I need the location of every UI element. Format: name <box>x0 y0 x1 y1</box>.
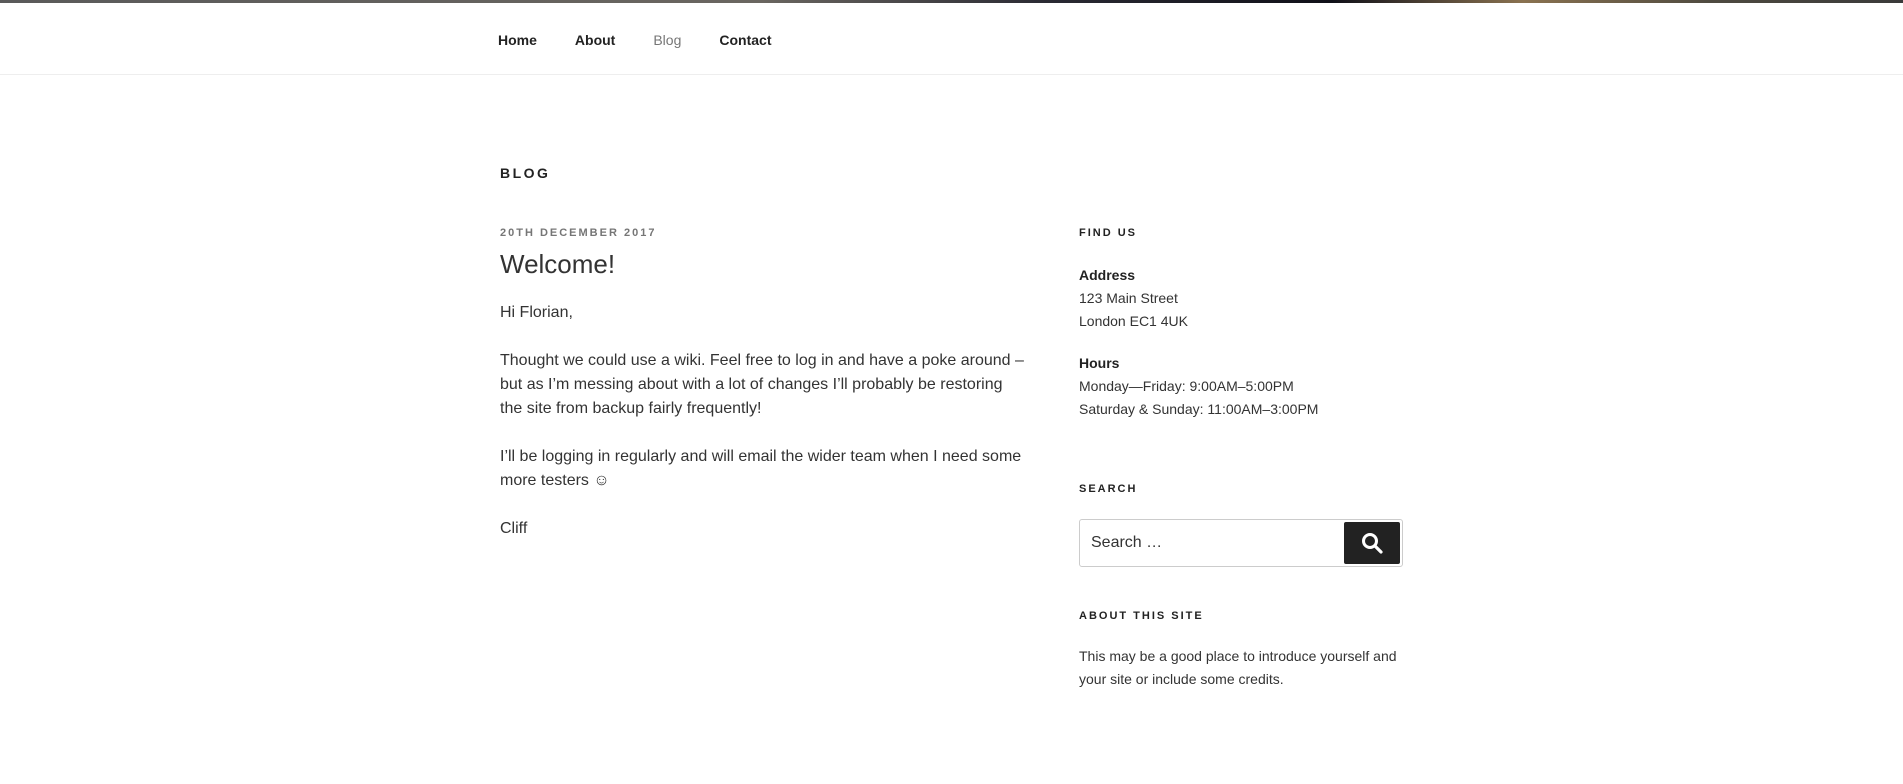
find-us-widget: Find Us Address 123 Main Street London E… <box>1079 225 1405 421</box>
address-line-2: London EC1 4UK <box>1079 313 1188 329</box>
address-block: Address 123 Main Street London EC1 4UK <box>1079 264 1405 333</box>
post-content: Hi Florian, Thought we could use a wiki.… <box>500 301 1025 541</box>
nav-link-contact[interactable]: Contact <box>719 30 771 50</box>
nav-item-contact: Contact <box>719 30 809 50</box>
search-form <box>1079 519 1403 567</box>
find-us-content: Address 123 Main Street London EC1 4UK H… <box>1079 264 1405 421</box>
search-button[interactable] <box>1344 522 1400 564</box>
search-icon <box>1362 533 1383 554</box>
post-paragraph-wiki: Thought we could use a wiki. Feel free t… <box>500 352 1024 417</box>
hours-line-1: Monday—Friday: 9:00AM–5:00PM <box>1079 378 1294 394</box>
search-widget: Search <box>1079 481 1405 567</box>
nav-item-home: Home <box>498 30 575 50</box>
top-navigation: Home About Blog Contact <box>0 3 1903 75</box>
find-us-title: Find Us <box>1079 227 1137 239</box>
hours-line-2: Saturday & Sunday: 11:00AM–3:00PM <box>1079 401 1319 417</box>
search-input[interactable] <box>1080 520 1340 566</box>
hours-block: Hours Monday—Friday: 9:00AM–5:00PM Satur… <box>1079 352 1405 421</box>
hours-label: Hours <box>1079 355 1120 371</box>
about-site-text: This may be a good place to introduce yo… <box>1079 648 1397 687</box>
about-site-title: About This Site <box>1079 610 1204 622</box>
post-title[interactable]: Welcome! <box>500 248 1025 280</box>
post-paragraph-signature: Cliff <box>500 520 528 537</box>
address-label: Address <box>1079 267 1136 283</box>
post-paragraph-testers: I’ll be logging in regularly and will em… <box>500 448 1022 489</box>
page-header: Blog <box>500 163 550 183</box>
post-paragraph-greeting: Hi Florian, <box>500 304 573 321</box>
nav-link-home[interactable]: Home <box>498 30 537 50</box>
nav-link-blog[interactable]: Blog <box>653 30 681 50</box>
nav-link-about[interactable]: About <box>575 30 615 50</box>
nav-menu: Home About Blog Contact <box>498 30 810 50</box>
nav-item-blog: Blog <box>653 30 719 50</box>
nav-item-about: About <box>575 30 653 50</box>
search-widget-title: Search <box>1079 483 1138 495</box>
blog-post: 20th December 2017 Welcome! Hi Florian, … <box>500 225 1025 565</box>
post-date[interactable]: 20th December 2017 <box>500 225 1025 241</box>
address-line-1: 123 Main Street <box>1079 290 1178 306</box>
page-title: Blog <box>500 165 551 181</box>
about-site-widget: About This Site This may be a good place… <box>1079 608 1405 691</box>
